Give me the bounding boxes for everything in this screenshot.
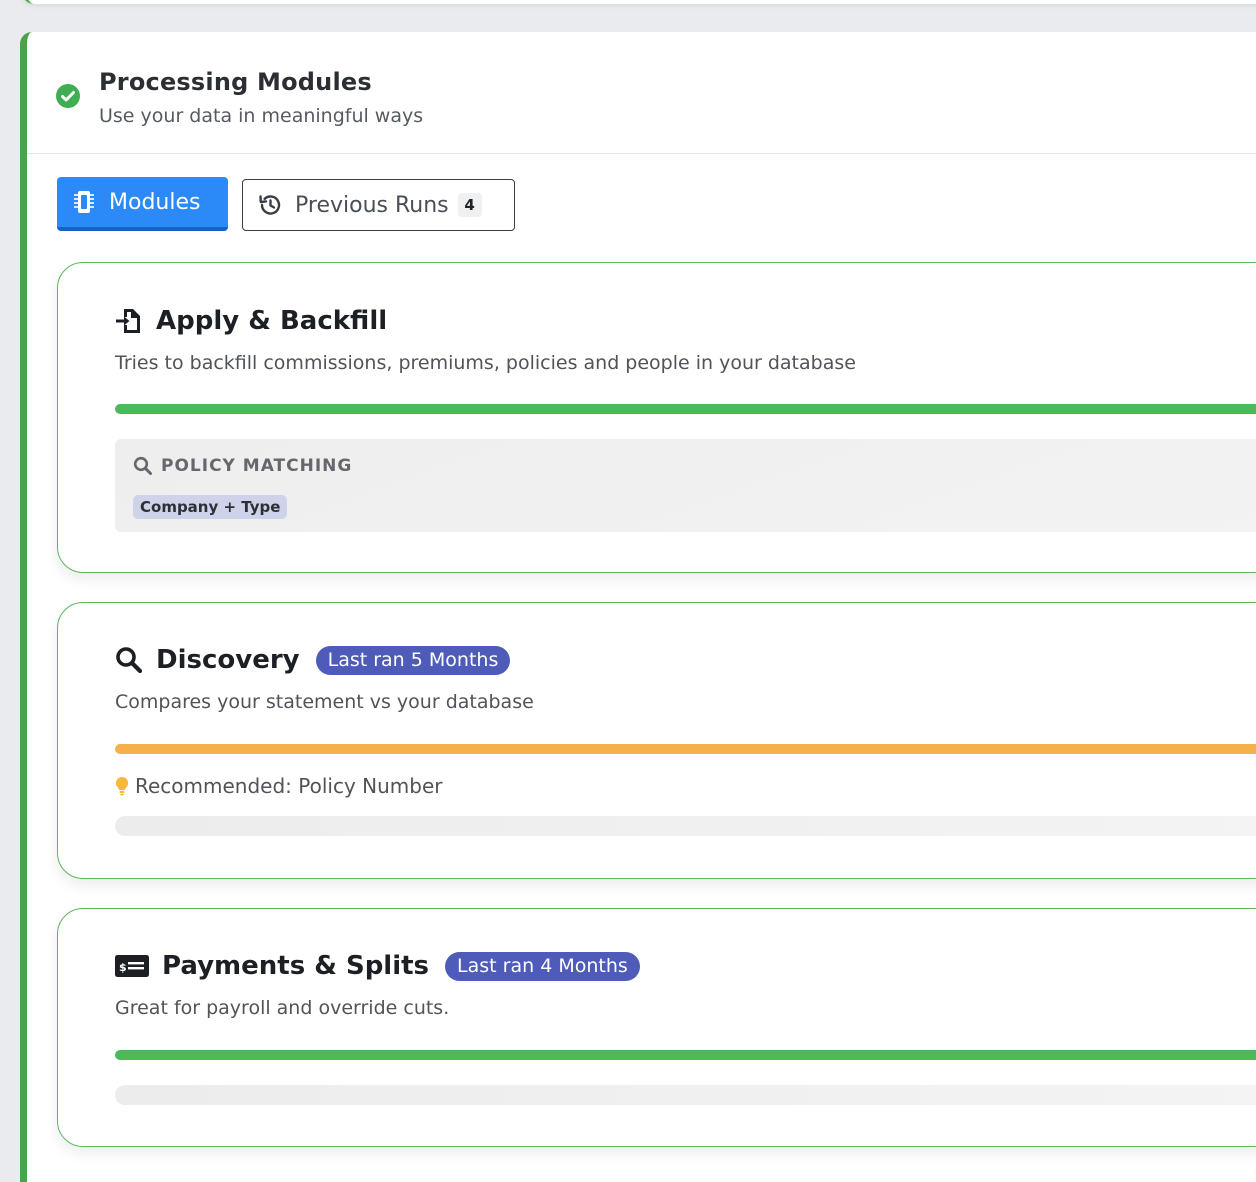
panel-title: Processing Modules [99, 68, 372, 96]
module-progress-bar [115, 404, 1256, 414]
tab-modules[interactable]: Modules [57, 177, 228, 231]
check-circle-icon [56, 84, 80, 108]
matching-chip: Company + Type [133, 495, 288, 519]
microchip-icon [74, 191, 94, 213]
lightbulb-icon [115, 776, 129, 796]
processing-modules-panel: Processing Modules Use your data in mean… [20, 32, 1256, 1182]
recommendation-row: Recommended: Policy Number [115, 774, 443, 798]
history-icon [259, 195, 281, 215]
loading-placeholder-bar [115, 1085, 1256, 1105]
last-ran-badge: Last ran 4 Months [445, 951, 640, 981]
module-title-row: Discovery Last ran 5 Months [115, 645, 511, 675]
module-description: Tries to backfill commissions, premiums,… [115, 352, 856, 374]
module-description: Compares your statement vs your database [115, 691, 534, 713]
module-title-row: $ Payments & Splits Last ran 4 Months [115, 951, 640, 981]
panel-header: Processing Modules Use your data in mean… [27, 32, 1256, 154]
module-title: Apply & Backfill [156, 306, 388, 336]
panel-subtitle: Use your data in meaningful ways [99, 105, 424, 127]
svg-text:$: $ [119, 961, 127, 974]
module-title: Discovery [156, 645, 300, 675]
recommendation-text: Recommended: Policy Number [135, 774, 443, 798]
module-progress-bar [115, 1050, 1256, 1060]
file-import-icon [116, 309, 140, 333]
module-card-discovery[interactable]: Discovery Last ran 5 Months Compares you… [57, 602, 1256, 879]
module-progress-bar [115, 744, 1256, 754]
module-title: Payments & Splits [162, 951, 430, 981]
module-card-apply-backfill[interactable]: Apply & Backfill Tries to backfill commi… [57, 262, 1256, 573]
tab-modules-label: Modules [109, 189, 201, 215]
policy-matching-box: POLICY MATCHING Company + Type [115, 439, 1256, 532]
module-card-payments-splits[interactable]: $ Payments & Splits Last ran 4 Months Gr… [57, 908, 1256, 1147]
module-title-row: Apply & Backfill [115, 306, 387, 336]
last-ran-badge: Last ran 5 Months [315, 645, 511, 675]
module-description: Great for payroll and override cuts. [115, 997, 450, 1019]
tab-previous-runs-label: Previous Runs [295, 192, 449, 218]
previous-runs-count-badge: 4 [457, 193, 482, 217]
search-icon [133, 456, 152, 475]
policy-matching-label: POLICY MATCHING [133, 456, 352, 476]
search-icon [116, 647, 143, 674]
previous-card-edge [22, 0, 1256, 4]
policy-matching-text: POLICY MATCHING [161, 456, 353, 476]
tab-previous-runs[interactable]: Previous Runs 4 [242, 179, 515, 231]
loading-placeholder-bar [115, 816, 1256, 836]
money-check-icon: $ [115, 955, 149, 977]
